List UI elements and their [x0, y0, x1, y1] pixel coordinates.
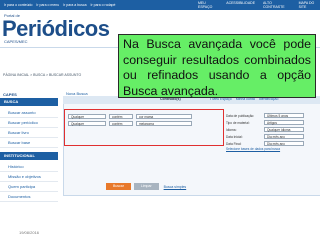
clear-button[interactable]: Limpar — [133, 183, 159, 190]
breadcrumb[interactable]: PÁGINA INICIAL > BUSCA > BUSCAR ASSUNTO — [3, 73, 81, 77]
callout-text: Na Busca avançada você pode conseguir re… — [123, 37, 311, 98]
accessibility-link[interactable]: ACESSIBILIDADE — [226, 1, 255, 9]
sidebar-item-mission[interactable]: Missão e objetivos — [0, 172, 58, 182]
sidebar-item-search-subject[interactable]: Buscar assunto — [0, 108, 58, 118]
top-bar: Ir para o conteúdo Ir para o menu Ir par… — [0, 0, 320, 10]
filters-panel: Data de publicação: Últimos 5 anos Tipo … — [226, 112, 318, 151]
filter-label: Tipo de material: — [226, 120, 250, 125]
skip-link[interactable]: Ir para o conteúdo — [4, 3, 32, 7]
material-type-select[interactable]: Artigos — [264, 120, 304, 125]
my-space-link[interactable]: MEU ESPAÇO — [198, 1, 218, 9]
skip-link[interactable]: Ir para o menu — [36, 3, 59, 7]
capes-label: CAPES — [3, 92, 17, 97]
filter-label: Data de publicação: — [226, 113, 255, 118]
filter-row: Data Final: Dia mês ano — [226, 140, 318, 147]
sidebar-item-search-base[interactable]: Buscar base — [0, 138, 58, 148]
sidebar: BUSCA Buscar assunto Buscar periódico Bu… — [0, 98, 58, 228]
filter-label: Data Final: — [226, 141, 242, 146]
filter-row: Data de publicação: Últimos 5 anos — [226, 112, 318, 119]
slide-date: 19/08/2016 — [19, 230, 40, 235]
filter-label: Idioma: — [226, 127, 237, 132]
filter-row: Idioma: Qualquer idioma — [226, 126, 318, 133]
skip-link[interactable]: Ir para o rodapé — [91, 3, 116, 7]
start-date-select[interactable]: Dia mês ano — [264, 134, 304, 139]
search-actions: Buscar Limpar Busca simples — [106, 183, 186, 190]
publication-date-select[interactable]: Últimos 5 anos — [264, 113, 304, 118]
site-logo-subtitle: CAPES/MEC — [4, 39, 28, 44]
callout-box: Na Busca avançada você pode conseguir re… — [118, 34, 316, 98]
skip-link[interactable]: Ir para a busca — [63, 3, 86, 7]
simple-search-link[interactable]: Busca simples — [164, 185, 187, 189]
utility-links: MEU ESPAÇO ACESSIBILIDADE ALTO CONTRASTE… — [198, 1, 320, 9]
language-select[interactable]: Qualquer idioma — [264, 127, 304, 132]
sitemap-link[interactable]: MAPA DO SITE — [299, 1, 320, 9]
high-contrast-link[interactable]: ALTO CONTRASTE — [263, 1, 291, 9]
select-databases-link[interactable]: Selecione bases de dados para busca — [226, 147, 318, 151]
sidebar-item-search-journal[interactable]: Buscar periódico — [0, 118, 58, 128]
highlight-frame — [64, 109, 224, 146]
skip-links: Ir para o conteúdo Ir para o menu Ir par… — [0, 3, 115, 7]
filter-label: Data Inicial: — [226, 134, 243, 139]
sidebar-section-title: BUSCA — [0, 98, 58, 106]
sidebar-section-title: INSTITUCIONAL — [0, 152, 58, 160]
end-date-select[interactable]: Dia mês ano — [264, 141, 304, 146]
sidebar-item-participants[interactable]: Quem participa — [0, 182, 58, 192]
search-button[interactable]: Buscar — [106, 183, 131, 190]
filter-row: Data Inicial: Dia mês ano — [226, 133, 318, 140]
filter-row: Tipo de material: Artigos — [226, 119, 318, 126]
sidebar-item-documents[interactable]: Documentos — [0, 192, 58, 202]
sidebar-item-history[interactable]: Histórico — [0, 162, 58, 172]
sidebar-item-search-book[interactable]: Buscar livro — [0, 128, 58, 138]
